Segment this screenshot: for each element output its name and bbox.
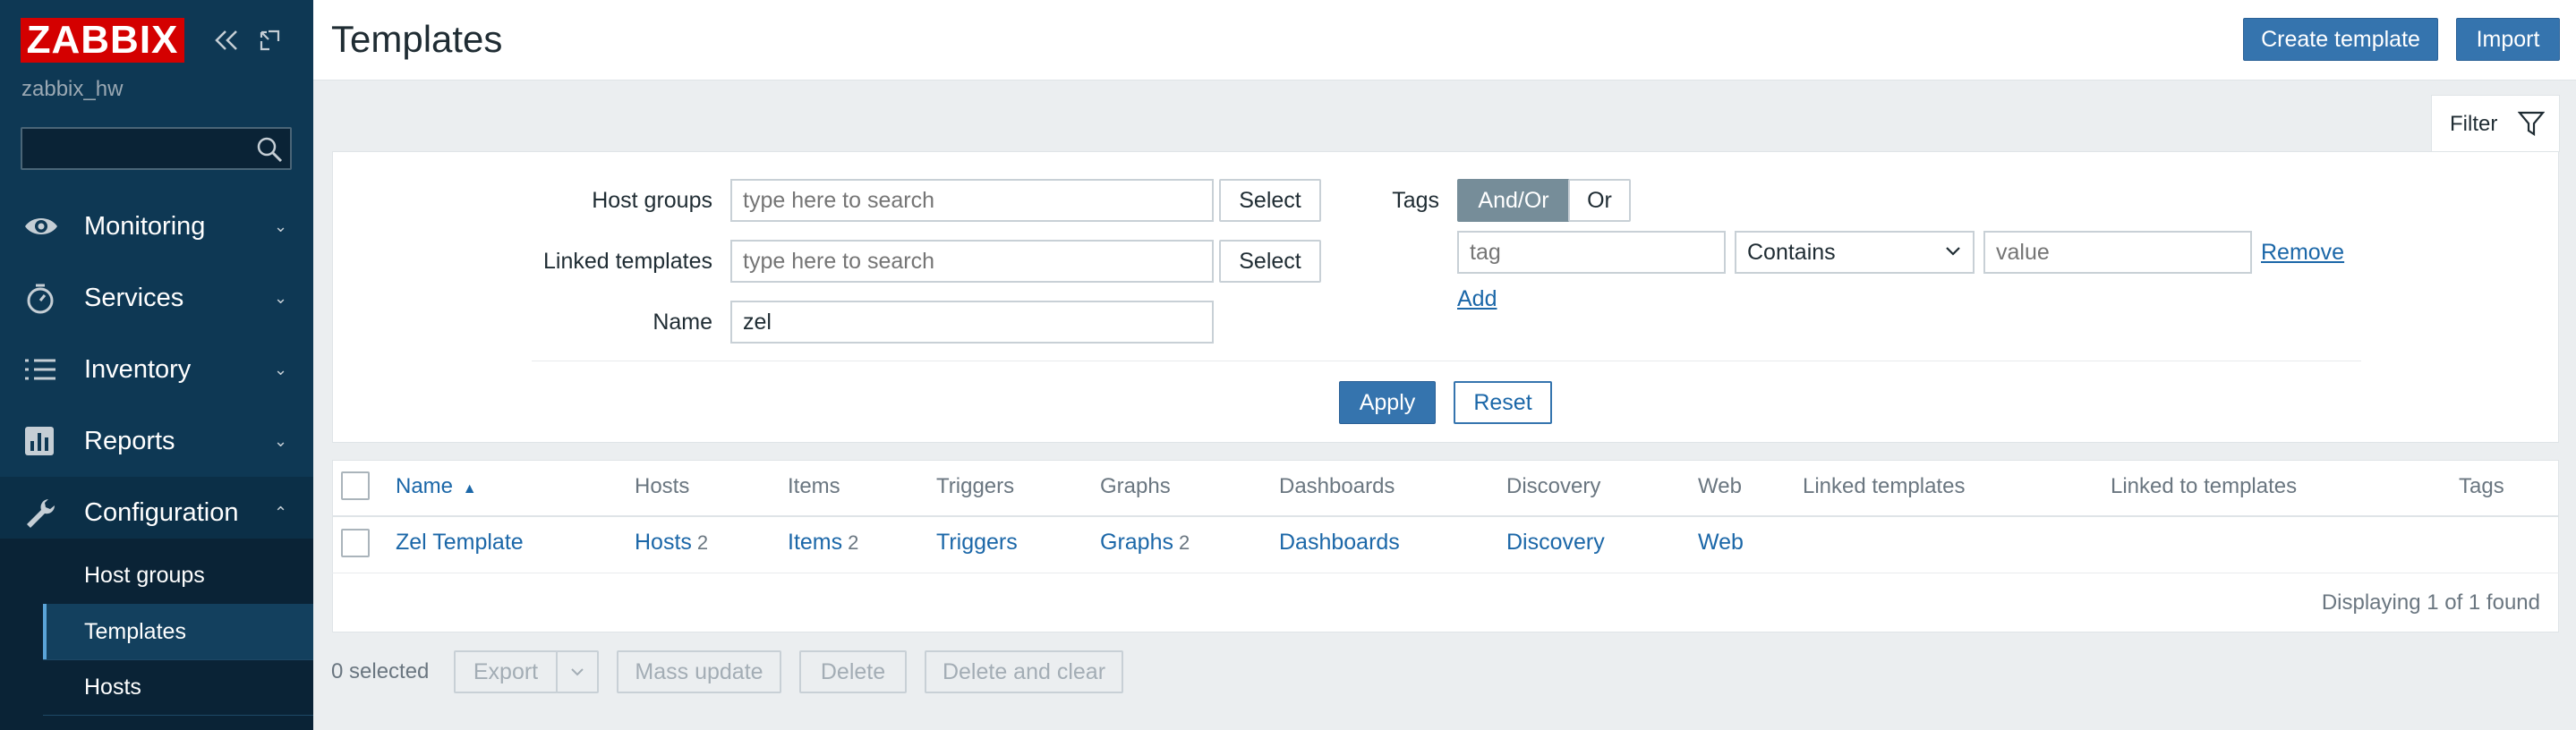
column-header-discovery: Discovery: [1506, 474, 1601, 498]
discovery-link[interactable]: Discovery: [1506, 530, 1605, 556]
select-all-checkbox[interactable]: [341, 471, 370, 500]
displaying-count: Displaying 1 of 1 found: [2321, 590, 2540, 615]
tags-label: Tags: [1392, 188, 1439, 213]
submenu-item-hosts[interactable]: Hosts: [43, 659, 313, 715]
host-groups-input[interactable]: [730, 179, 1214, 222]
filter-tab-label: Filter: [2450, 111, 2498, 136]
menu-label: Services: [84, 283, 184, 312]
chevron-down-icon: ⌄: [274, 431, 288, 450]
column-header-hosts: Hosts: [635, 474, 690, 498]
stopwatch-icon: [23, 282, 57, 314]
remove-tag-link[interactable]: Remove: [2261, 240, 2344, 266]
bar-chart-icon: [23, 425, 57, 457]
linked-templates-input[interactable]: [730, 240, 1214, 283]
import-button[interactable]: Import: [2456, 18, 2560, 61]
triggers-link[interactable]: Triggers: [936, 530, 1018, 556]
tag-operator-value: Contains: [1747, 239, 1836, 265]
header-divider: [332, 515, 2559, 517]
chevron-up-icon: ⌃: [274, 503, 288, 522]
delete-and-clear-button[interactable]: Delete and clear: [925, 650, 1123, 693]
double-chevron-left-icon: [215, 30, 237, 50]
items-count: 2: [848, 531, 859, 554]
graphs-count: 2: [1178, 531, 1190, 554]
column-header-dashboards: Dashboards: [1279, 474, 1395, 498]
hosts-link[interactable]: Hosts: [635, 530, 692, 555]
name-input[interactable]: zel: [730, 301, 1214, 344]
menu-configuration[interactable]: Configuration ⌃: [0, 477, 313, 548]
tag-name-input[interactable]: [1457, 231, 1726, 274]
submenu-item-host-groups[interactable]: Host groups: [43, 548, 313, 603]
web-link[interactable]: Web: [1698, 530, 1744, 556]
chevron-down-icon: [571, 668, 584, 676]
column-header-triggers: Triggers: [936, 474, 1015, 498]
mass-update-button[interactable]: Mass update: [617, 650, 781, 693]
server-name: zabbix_hw: [21, 77, 124, 101]
column-header-linked-to-templates: Linked to templates: [2111, 474, 2298, 498]
page-title: Templates: [331, 18, 503, 60]
menu-label: Reports: [84, 426, 175, 455]
column-header-linked-templates: Linked templates: [1803, 474, 1966, 498]
dashboards-link[interactable]: Dashboards: [1279, 530, 1400, 556]
menu-reports[interactable]: Reports ⌄: [0, 405, 313, 477]
menu-label: Monitoring: [84, 211, 206, 241]
create-template-button[interactable]: Create template: [2243, 18, 2438, 61]
selected-count: 0 selected: [331, 659, 430, 683]
items-link[interactable]: Items: [788, 530, 842, 555]
tag-operator-select[interactable]: Contains: [1735, 231, 1975, 274]
wrench-icon: [23, 497, 57, 529]
menu-monitoring[interactable]: Monitoring ⌄: [0, 191, 313, 262]
collapse-sidebar-button[interactable]: [211, 25, 242, 55]
menu-label: Inventory: [84, 354, 192, 384]
graphs-cell: Graphs 2: [1100, 530, 1190, 556]
kiosk-icon: [260, 30, 280, 51]
filter-tab[interactable]: Filter: [2431, 95, 2560, 152]
column-header-items: Items: [788, 474, 840, 498]
chevron-down-icon: ⌄: [274, 360, 288, 378]
delete-button[interactable]: Delete: [799, 650, 907, 693]
hosts-count: 2: [696, 531, 709, 554]
column-header-web: Web: [1698, 474, 1742, 498]
sidebar: ZABBIX zabbix_hw Monitoring ⌄ Services ⌄…: [0, 0, 313, 730]
graphs-link[interactable]: Graphs: [1100, 530, 1173, 555]
menu-label: Configuration: [84, 497, 239, 527]
chevron-down-icon: ⌄: [274, 288, 288, 307]
linked-templates-select-button[interactable]: Select: [1219, 240, 1321, 283]
hosts-cell: Hosts 2: [635, 530, 708, 556]
page-header: Templates: [313, 0, 2576, 81]
tags-or-toggle[interactable]: Or: [1568, 179, 1631, 222]
add-tag-link[interactable]: Add: [1457, 286, 1497, 312]
export-dropdown-button[interactable]: [556, 650, 599, 693]
menu-services[interactable]: Services ⌄: [0, 262, 313, 334]
host-groups-select-button[interactable]: Select: [1219, 179, 1321, 222]
name-label: Name: [653, 310, 712, 335]
sort-asc-icon: ▲: [462, 481, 477, 497]
list-icon: [23, 353, 57, 386]
chevron-down-icon: [1944, 238, 1962, 271]
funnel-icon: [2517, 110, 2546, 137]
linked-templates-label: Linked templates: [542, 249, 712, 274]
tag-value-input[interactable]: [1983, 231, 2252, 274]
menu-inventory[interactable]: Inventory ⌄: [0, 334, 313, 405]
row-checkbox[interactable]: [341, 529, 370, 557]
chevron-down-icon: ⌄: [274, 216, 288, 235]
column-header-graphs: Graphs: [1100, 474, 1171, 498]
column-header-tags: Tags: [2459, 474, 2504, 498]
apply-button[interactable]: Apply: [1339, 381, 1436, 424]
submenu-divider: [43, 715, 313, 716]
eye-icon: [23, 210, 57, 242]
items-cell: Items 2: [788, 530, 858, 556]
tags-andor-toggle[interactable]: And/Or: [1457, 179, 1570, 222]
sidebar-search-input[interactable]: [21, 127, 292, 170]
host-groups-label: Host groups: [592, 188, 712, 213]
kiosk-mode-button[interactable]: [254, 25, 285, 55]
submenu-item-templates[interactable]: Templates: [43, 604, 313, 659]
template-name-link[interactable]: Zel Template: [396, 530, 524, 556]
column-header-name[interactable]: Name ▲: [396, 474, 477, 499]
export-button[interactable]: Export: [454, 650, 558, 693]
zabbix-logo[interactable]: ZABBIX: [21, 18, 184, 63]
reset-button[interactable]: Reset: [1454, 381, 1552, 424]
search-icon[interactable]: [254, 134, 285, 165]
